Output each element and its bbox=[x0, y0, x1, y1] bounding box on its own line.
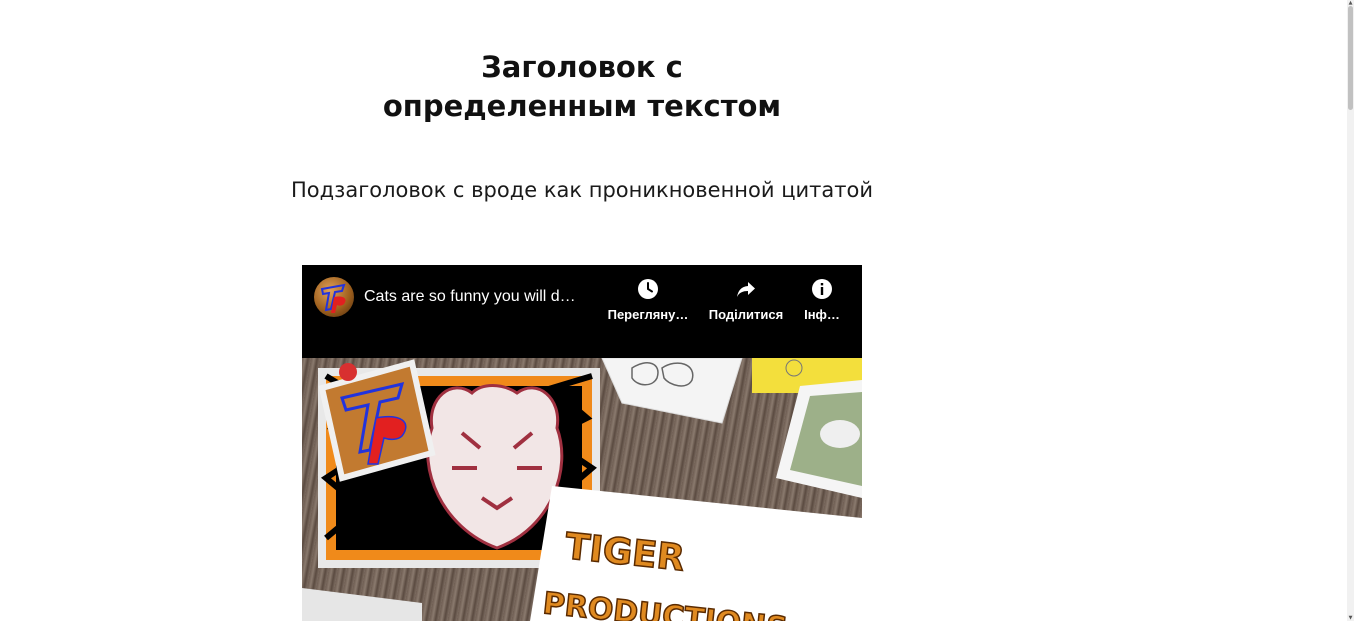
vertical-scrollbar[interactable]: ▲ ▼ bbox=[1347, 0, 1354, 621]
share-label: Поділитися bbox=[708, 307, 784, 322]
video-thumbnail[interactable]: TIGER PRODUCTIONS bbox=[302, 358, 862, 621]
info-icon bbox=[812, 279, 832, 299]
thumbnail-artwork: TIGER PRODUCTIONS bbox=[302, 358, 862, 621]
scroll-down-icon[interactable]: ▼ bbox=[1347, 615, 1354, 621]
page-title: Заголовок с определенным текстом bbox=[330, 48, 834, 126]
main-content: Заголовок с определенным текстом Подзаго… bbox=[0, 0, 1164, 621]
info-button[interactable]: Інф… bbox=[802, 277, 842, 341]
channel-avatar[interactable] bbox=[314, 277, 354, 317]
watch-later-button[interactable]: Перегляну… bbox=[606, 277, 690, 341]
channel-logo-icon bbox=[320, 283, 346, 313]
share-icon bbox=[737, 282, 755, 297]
page-title-line-2: определенным текстом bbox=[382, 89, 782, 123]
share-button[interactable]: Поділитися bbox=[706, 277, 786, 341]
video-top-bar: Cats are so funny you will d… Перегляну…… bbox=[302, 265, 862, 358]
page: Заголовок с определенным текстом Подзаго… bbox=[0, 0, 1354, 621]
youtube-embed[interactable]: Cats are so funny you will d… Перегляну…… bbox=[302, 265, 862, 621]
page-title-line-1: Заголовок с bbox=[481, 50, 683, 84]
info-label: Інф… bbox=[804, 307, 840, 322]
scrollbar-thumb[interactable] bbox=[1348, 6, 1353, 110]
watch-later-label: Перегляну… bbox=[607, 307, 689, 322]
clock-icon bbox=[638, 279, 658, 299]
video-title[interactable]: Cats are so funny you will d… bbox=[364, 285, 604, 309]
page-subtitle: Подзаголовок с вроде как проникновенной … bbox=[291, 178, 873, 202]
